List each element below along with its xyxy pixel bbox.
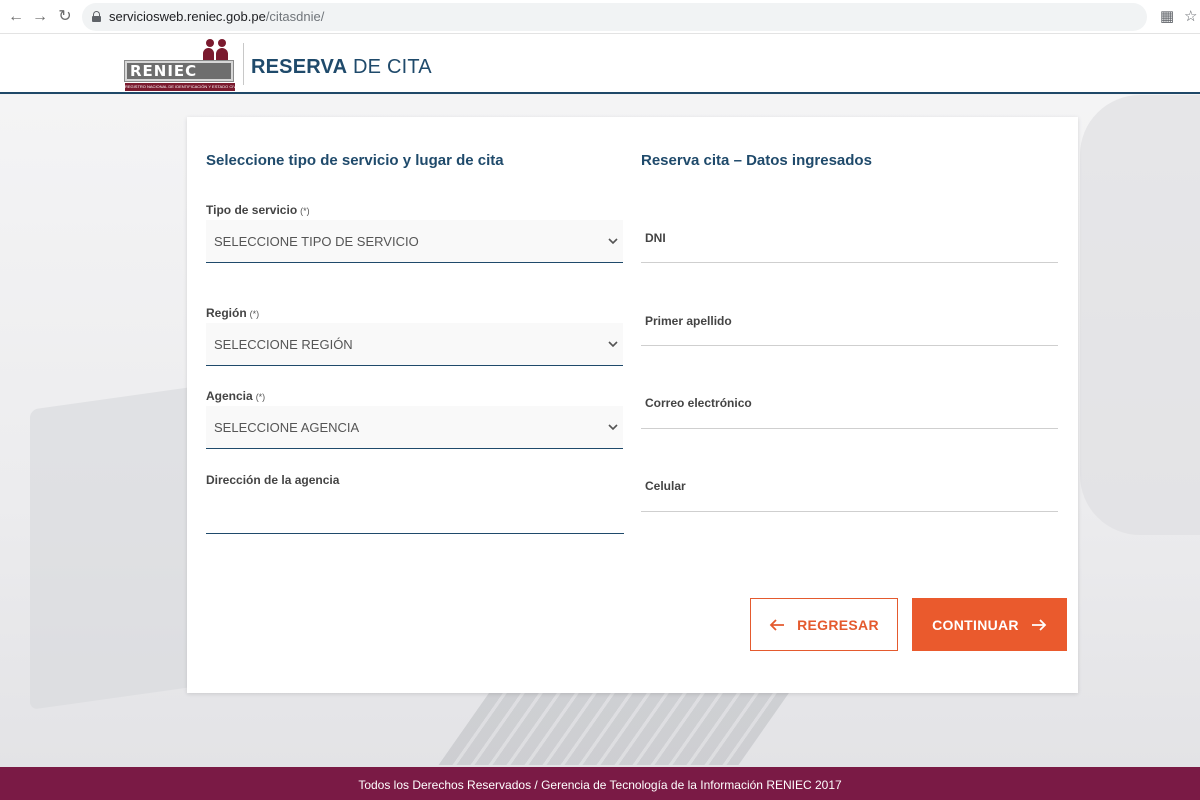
url-text: serviciosweb.reniec.gob.pe/citasdnie/ — [109, 9, 325, 24]
arrow-left-icon — [769, 618, 785, 631]
regresar-button[interactable]: REGRESAR — [750, 598, 898, 651]
left-section-title: Seleccione tipo de servicio y lugar de c… — [206, 152, 504, 169]
region-select[interactable]: SELECCIONE REGIÓN — [206, 323, 623, 366]
browser-toolbar: ← → ↻ serviciosweb.reniec.gob.pe/citasdn… — [0, 0, 1200, 34]
qr-code-icon[interactable]: ▦ — [1160, 7, 1174, 27]
page-title: RESERVA DE CITA — [251, 56, 432, 78]
celular-field — [641, 511, 1058, 512]
header-divider — [243, 43, 244, 85]
reload-icon[interactable]: ↻ — [55, 7, 75, 27]
address-bar[interactable]: serviciosweb.reniec.gob.pe/citasdnie/ — [82, 3, 1147, 31]
region-label: Región (*) — [206, 306, 260, 320]
direccion-label: Dirección de la agencia — [206, 473, 340, 487]
lock-icon — [92, 11, 101, 22]
celular-label: Celular — [645, 479, 686, 493]
agencia-value: SELECCIONE AGENCIA — [214, 420, 360, 435]
back-arrow-icon[interactable]: ← — [6, 7, 26, 27]
regresar-label: REGRESAR — [797, 616, 879, 633]
logo-wordmark: RENIEC — [124, 60, 234, 82]
footer-text: Todos los Derechos Reservados / Gerencia… — [358, 778, 842, 792]
agencia-select[interactable]: SELECCIONE AGENCIA — [206, 406, 623, 449]
site-footer: Todos los Derechos Reservados / Gerencia… — [0, 767, 1200, 800]
arrow-right-icon — [1031, 618, 1047, 631]
primer-apellido-label: Primer apellido — [645, 314, 732, 328]
chevron-down-icon — [608, 341, 618, 348]
site-header: RENIEC REGISTRO NACIONAL DE IDENTIFICACI… — [0, 34, 1200, 94]
correo-field — [641, 428, 1058, 429]
dni-field — [641, 262, 1058, 263]
primer-apellido-field — [641, 345, 1058, 346]
forward-arrow-icon[interactable]: → — [30, 7, 50, 27]
reniec-logo[interactable]: RENIEC REGISTRO NACIONAL DE IDENTIFICACI… — [124, 39, 237, 93]
agencia-label: Agencia (*) — [206, 389, 266, 403]
appointment-form-card: Seleccione tipo de servicio y lugar de c… — [187, 117, 1078, 693]
right-section-title: Reserva cita – Datos ingresados — [641, 152, 872, 169]
correo-label: Correo electrónico — [645, 396, 752, 410]
tipo-servicio-label: Tipo de servicio (*) — [206, 203, 310, 217]
tipo-servicio-value: SELECCIONE TIPO DE SERVICIO — [214, 234, 419, 249]
chevron-down-icon — [608, 424, 618, 431]
chevron-down-icon — [608, 238, 618, 245]
dni-label: DNI — [645, 231, 666, 245]
region-value: SELECCIONE REGIÓN — [214, 337, 353, 352]
tipo-servicio-select[interactable]: SELECCIONE TIPO DE SERVICIO — [206, 220, 623, 263]
continuar-button[interactable]: CONTINUAR — [912, 598, 1067, 651]
direccion-field — [206, 533, 624, 534]
logo-tagline: REGISTRO NACIONAL DE IDENTIFICACIÓN Y ES… — [125, 83, 235, 91]
star-icon[interactable]: ☆ — [1184, 7, 1197, 27]
continuar-label: CONTINUAR — [932, 616, 1019, 633]
